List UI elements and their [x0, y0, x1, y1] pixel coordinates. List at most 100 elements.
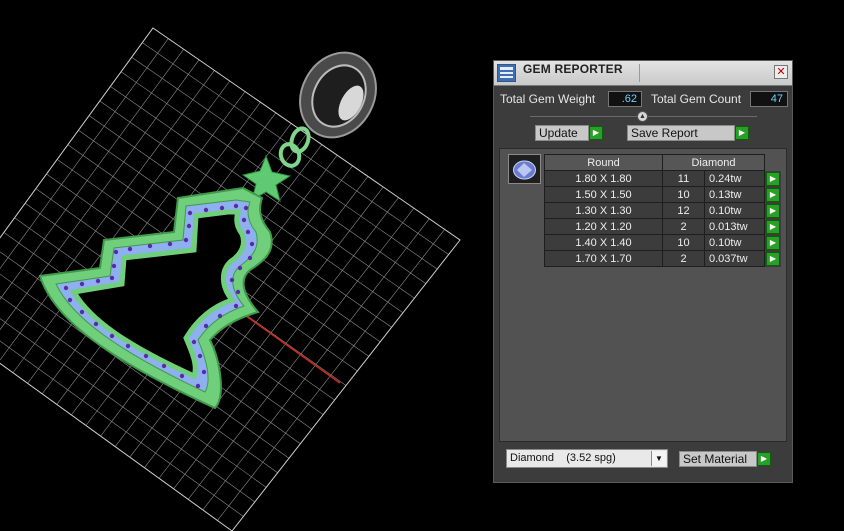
gem-dot [186, 223, 192, 229]
row-action-cell: ▶ [764, 234, 781, 251]
gem-dot [191, 339, 197, 345]
round-gem-icon [513, 160, 536, 180]
total-gem-count-value: 47 [750, 91, 788, 107]
row-action-cell: ▶ [764, 218, 781, 235]
gem-count-cell: 2 [662, 218, 705, 235]
gem-dot [195, 383, 201, 389]
jump-rings [278, 126, 311, 168]
grid-line [217, 229, 445, 521]
row-go-icon[interactable]: ▶ [766, 219, 780, 234]
gem-dot [217, 313, 223, 319]
gem-dot [79, 309, 85, 315]
row-action-cell: ▶ [764, 202, 781, 219]
row-go-icon[interactable]: ▶ [766, 187, 780, 202]
gem-dot [233, 303, 239, 309]
total-gem-weight-value: .62 [608, 91, 642, 107]
total-gem-count-label: Total Gem Count [651, 92, 742, 106]
gem-dot [201, 369, 207, 375]
gem-weight-cell: 0.10tw [704, 234, 765, 251]
gem-dot [93, 321, 99, 327]
material-selected-value: Diamond (3.52 spg) [510, 452, 616, 464]
gem-dot [247, 255, 253, 261]
gem-reporter-app-icon [497, 64, 516, 82]
gem-dot [203, 323, 209, 329]
gem-weight-cell: 0.10tw [704, 202, 765, 219]
gem-list-area: Round Diamond 1.80 X 1.80 11 0.24tw ▶ 1.50 X… [499, 148, 787, 442]
gem-weight-cell: 0.13tw [704, 186, 765, 203]
title-divider [639, 64, 640, 82]
gem-dot [113, 249, 119, 255]
table-row[interactable]: 1.40 X 1.40 10 0.10tw ▶ [544, 234, 781, 251]
gem-dot [245, 229, 251, 235]
gem-dot [95, 278, 101, 284]
gem-count-cell: 2 [662, 250, 705, 267]
gem-dot [179, 373, 185, 379]
gem-dot [67, 297, 73, 303]
gem-dot [197, 353, 203, 359]
gem-dot [187, 210, 193, 216]
shape-column-header: Round [544, 154, 663, 171]
gem-size-cell: 1.70 X 1.70 [544, 250, 663, 267]
gem-dot [237, 265, 243, 271]
gem-dot [147, 243, 153, 249]
gem-dot [127, 246, 133, 252]
gem-dot [229, 277, 235, 283]
dropdown-arrow-icon[interactable]: ▼ [651, 451, 666, 466]
row-action-cell: ▶ [764, 250, 781, 267]
gem-dot [183, 237, 189, 243]
table-row[interactable]: 1.30 X 1.30 12 0.10tw ▶ [544, 202, 781, 219]
material-dropdown[interactable]: Diamond (3.52 spg) ▼ [506, 449, 668, 468]
set-material-go-icon[interactable]: ▶ [757, 452, 771, 466]
gem-count-cell: 10 [662, 234, 705, 251]
material-column-header: Diamond [662, 154, 765, 171]
gem-size-cell: 1.50 X 1.50 [544, 186, 663, 203]
table-row[interactable]: 1.70 X 1.70 2 0.037tw ▶ [544, 250, 781, 267]
gem-dot [109, 333, 115, 339]
splitter-handle[interactable]: ▲ [637, 111, 648, 122]
panel-title: GEM REPORTER [523, 62, 623, 76]
gem-size-cell: 1.40 X 1.40 [544, 234, 663, 251]
table-row[interactable]: 1.20 X 1.20 2 0.013tw ▶ [544, 218, 781, 235]
table-row[interactable]: 1.50 X 1.50 10 0.13tw ▶ [544, 186, 781, 203]
set-material-button[interactable]: Set Material [679, 451, 757, 467]
gem-dot [109, 275, 115, 281]
total-gem-weight-label: Total Gem Weight [500, 92, 596, 106]
gem-weight-cell: 0.013tw [704, 218, 765, 235]
christmas-tree-pendant [38, 186, 273, 410]
gem-dot [79, 281, 85, 287]
panel-title-bar[interactable]: GEM REPORTER ✕ [494, 61, 792, 86]
gem-dot [235, 289, 241, 295]
close-button[interactable]: ✕ [774, 65, 788, 79]
save-report-go-icon[interactable]: ▶ [735, 126, 749, 140]
gem-size-cell: 1.80 X 1.80 [544, 170, 663, 187]
gem-dot [219, 205, 225, 211]
gem-weight-cell: 0.037tw [704, 250, 765, 267]
table-row[interactable]: 1.80 X 1.80 11 0.24tw ▶ [544, 170, 781, 187]
row-go-icon[interactable]: ▶ [766, 171, 780, 186]
update-go-icon[interactable]: ▶ [589, 126, 603, 140]
row-go-icon[interactable]: ▶ [766, 235, 780, 250]
gem-dot [111, 263, 117, 269]
row-go-icon[interactable]: ▶ [766, 203, 780, 218]
gem-dot [203, 207, 209, 213]
update-button[interactable]: Update [535, 125, 589, 141]
save-report-button[interactable]: Save Report [627, 125, 735, 141]
gem-size-cell: 1.30 X 1.30 [544, 202, 663, 219]
gem-dot [143, 353, 149, 359]
row-action-cell: ▶ [764, 186, 781, 203]
gem-count-cell: 12 [662, 202, 705, 219]
gem-dot [167, 241, 173, 247]
gem-count-cell: 11 [662, 170, 705, 187]
gem-table: Round Diamond 1.80 X 1.80 11 0.24tw ▶ 1.50 X… [544, 154, 781, 267]
row-action-cell: ▶ [764, 170, 781, 187]
gem-size-cell: 1.20 X 1.20 [544, 218, 663, 235]
gem-reporter-panel: GEM REPORTER ✕ Total Gem Weight .62 Tota… [493, 60, 793, 483]
gem-dot [243, 205, 249, 211]
row-go-icon[interactable]: ▶ [766, 251, 780, 266]
gem-dot [233, 203, 239, 209]
gem-dot [161, 363, 167, 369]
gem-dot [249, 241, 255, 247]
gem-dot [63, 285, 69, 291]
gem-dot [125, 343, 131, 349]
round-diamond-thumbnail[interactable] [508, 154, 541, 184]
